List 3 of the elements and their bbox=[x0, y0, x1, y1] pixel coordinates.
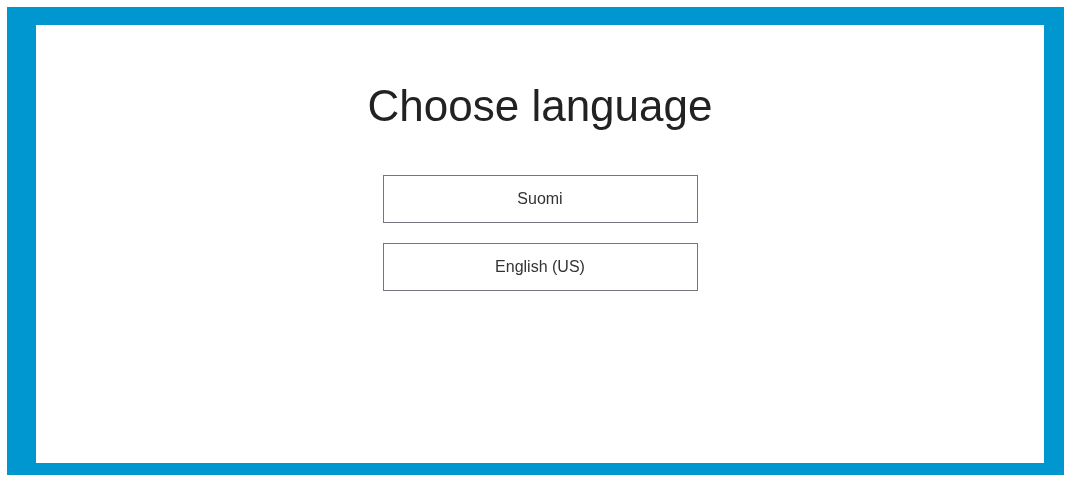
language-button[interactable]: English (US) bbox=[382, 243, 698, 291]
language-button[interactable]: Suomi bbox=[382, 175, 698, 223]
page-title: Choose language bbox=[367, 80, 713, 132]
